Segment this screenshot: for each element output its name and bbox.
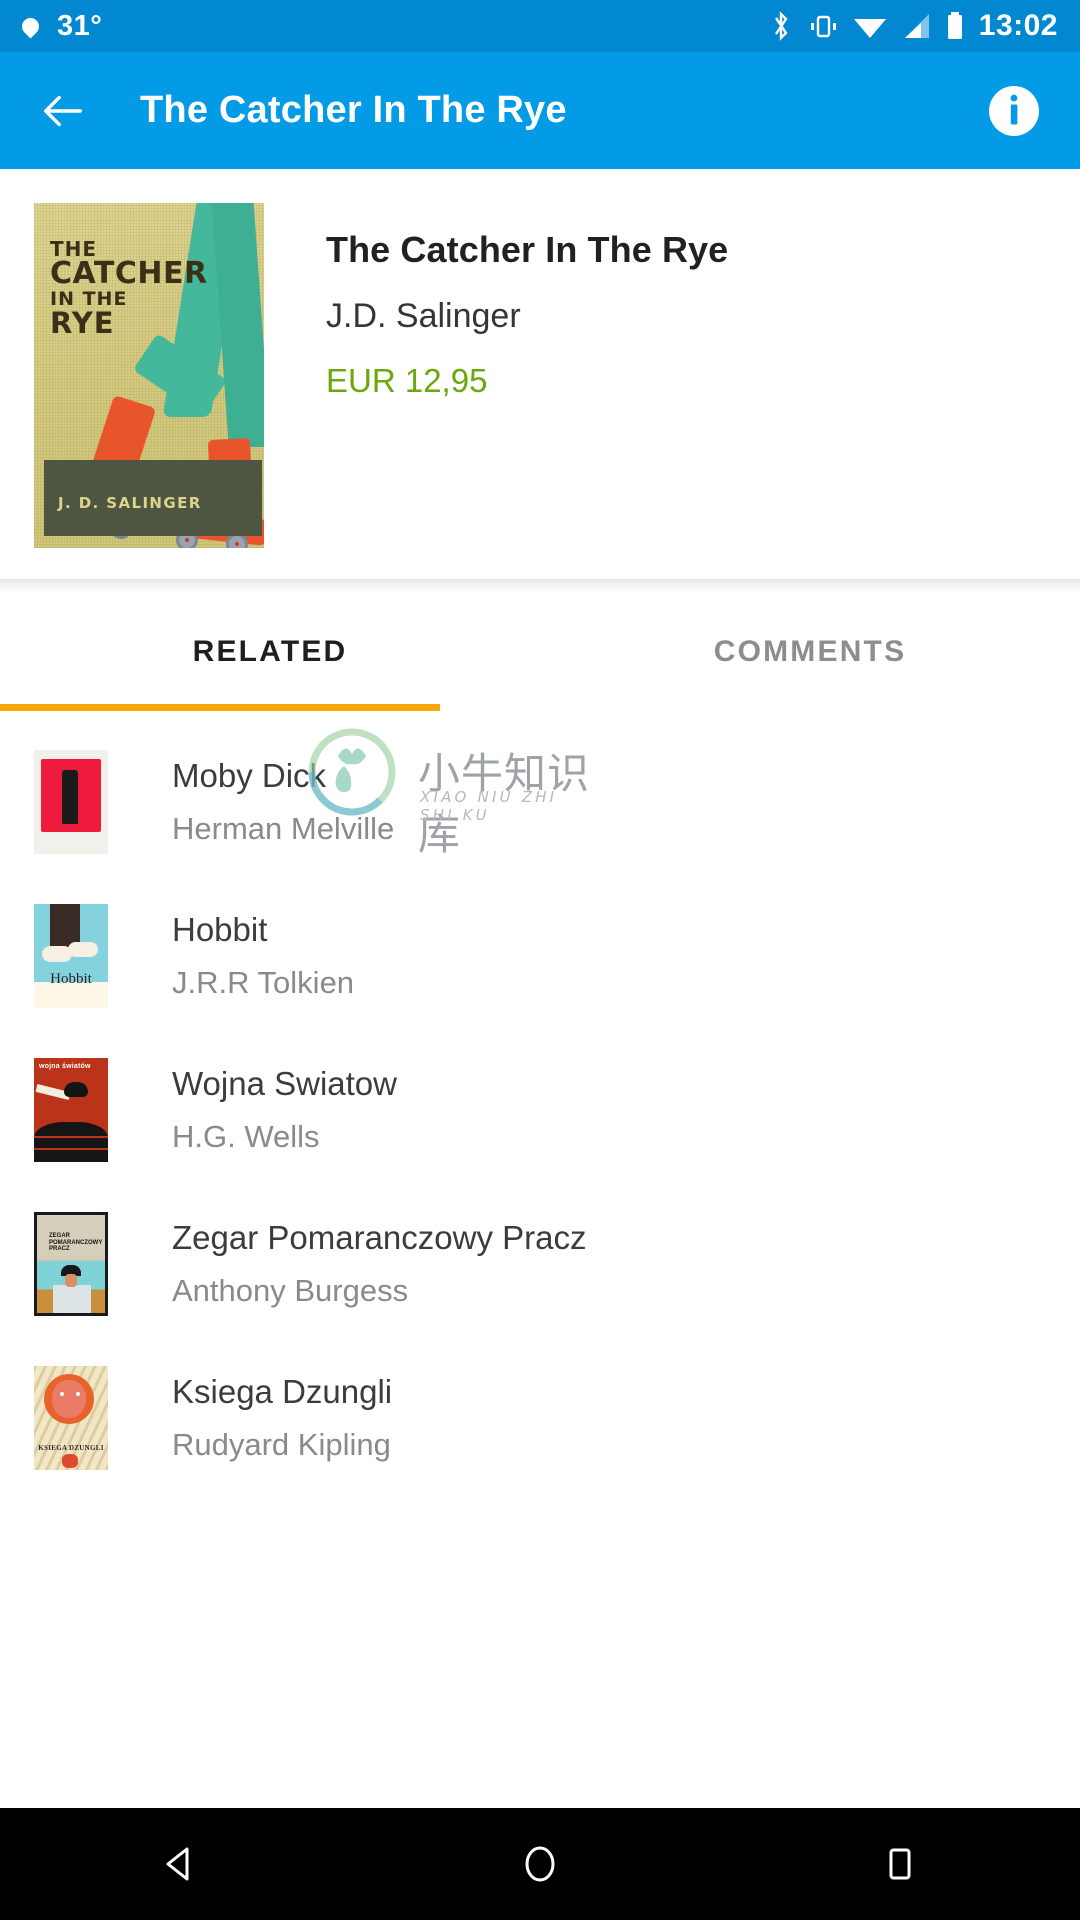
wifi-icon [853,19,886,38]
cover-title-line4: RYE [50,306,115,341]
hobbit-cover-label: Hobbit [50,971,92,987]
vibrate-icon [810,15,836,38]
list-item-author: H.G. Wells [172,1119,320,1154]
tab-comments[interactable]: COMMENTS [540,593,1080,711]
zegar-cover-label: ZEGAR POMARANCZOWY PRACZ [49,1233,103,1253]
info-icon[interactable] [988,85,1040,137]
list-item-title: Ksiega Dzungli [172,1373,393,1410]
list-item-text: Moby Dick Herman Melville [172,757,394,847]
cover-title-line2: CATCHER [50,256,208,292]
list-item-title: Hobbit [172,911,268,948]
wojna-cover-label: wojna światów [39,1063,91,1070]
list-item-title: Moby Dick [172,757,327,794]
page-title: The Catcher In The Rye [140,89,567,131]
nav-back-button[interactable] [0,1841,360,1887]
ksiega-dzungli-cover: KSIEGA DZUNGLI [34,1366,108,1470]
nav-recents-icon [889,1848,911,1880]
tab-related[interactable]: RELATED [0,593,540,711]
droplet-icon [18,13,43,39]
clock-label: 13:02 [978,9,1058,42]
status-bar-left: 31° [18,9,103,43]
cellular-signal-icon [904,14,929,38]
list-item[interactable]: ZEGAR POMARANCZOWY PRACZ Zegar Pomarancz… [0,1187,1080,1341]
app-bar: The Catcher In The Rye [0,52,1080,169]
list-item-author: J.R.R Tolkien [172,965,355,1000]
list-item-text: Hobbit J.R.R Tolkien [172,911,354,1001]
cover-author-text: J. D. SALINGER [58,494,202,512]
nav-home-button[interactable] [360,1841,720,1887]
section-divider [0,579,1080,593]
wojna-swiatow-cover: wojna światów [34,1058,108,1162]
book-price: EUR 12,95 [326,362,488,399]
battery-icon [947,12,962,39]
temperature-label: 31° [57,9,103,42]
list-item-author: Anthony Burgess [172,1273,409,1308]
back-arrow-icon[interactable] [40,88,86,134]
list-item-title: Zegar Pomaranczowy Pracz [172,1219,587,1256]
list-item[interactable]: KSIEGA DZUNGLI Ksiega Dzungli Rudyard Ki… [0,1341,1080,1495]
list-item-author: Herman Melville [172,811,395,846]
list-item-title: Wojna Swiatow [172,1065,397,1102]
related-books-list: Moby Dick Herman Melville Hobbit Hobbit … [0,711,1080,1495]
book-meta: The Catcher In The Rye J.D. Salinger EUR… [264,203,728,579]
moby-dick-cover [34,750,108,854]
hobbit-cover: Hobbit [34,904,108,1008]
ksiega-cover-label: KSIEGA DZUNGLI [38,1444,104,1452]
list-item-text: Wojna Swiatow H.G. Wells [172,1065,397,1155]
app-screen: 31° 13:02 The Catcher In The Rye THE CAT… [0,0,1080,1920]
book-author: J.D. Salinger [326,297,521,335]
zegar-pomaranczowy-cover: ZEGAR POMARANCZOWY PRACZ [34,1212,108,1316]
list-item[interactable]: wojna światów Wojna Swiatow H.G. Wells [0,1033,1080,1187]
book-title: The Catcher In The Rye [326,229,729,270]
nav-recents-button[interactable] [720,1841,1080,1887]
book-detail-header: THE CATCHER IN THE RYE J. D. SALINGER Th… [0,169,1080,579]
list-item-author: Rudyard Kipling [172,1427,391,1462]
android-nav-bar [0,1808,1080,1920]
list-item-text: Zegar Pomaranczowy Pracz Anthony Burgess [172,1219,586,1309]
list-item-text: Ksiega Dzungli Rudyard Kipling [172,1373,392,1463]
tab-bar: RELATED COMMENTS [0,593,1080,711]
list-item[interactable]: Hobbit Hobbit J.R.R Tolkien [0,879,1080,1033]
bluetooth-icon [774,11,788,41]
nav-back-icon [166,1847,189,1881]
nav-home-icon [525,1846,555,1882]
cover-title-text: THE CATCHER IN THE RYE [50,239,208,341]
status-bar-right: 13:02 [769,9,1058,43]
status-bar: 31° 13:02 [0,0,1080,52]
tab-indicator [0,704,440,711]
book-cover-image: THE CATCHER IN THE RYE J. D. SALINGER [34,203,264,548]
list-item[interactable]: Moby Dick Herman Melville [0,725,1080,879]
